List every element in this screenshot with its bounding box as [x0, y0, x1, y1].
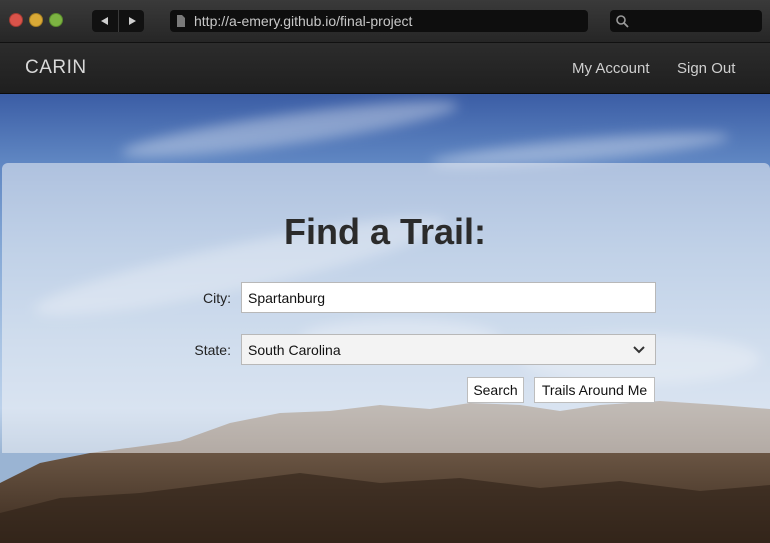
history-nav-buttons — [92, 10, 144, 32]
back-button[interactable] — [92, 10, 118, 32]
address-bar[interactable]: http://a-emery.github.io/final-project — [170, 10, 588, 32]
sign-out-link[interactable]: Sign Out — [677, 60, 735, 77]
forward-arrow-icon — [128, 17, 136, 25]
back-arrow-icon — [101, 17, 108, 25]
maximize-window-button[interactable] — [49, 13, 63, 27]
search-icon — [616, 14, 629, 28]
my-account-link[interactable]: My Account — [572, 60, 650, 77]
chevron-down-icon — [633, 345, 645, 353]
brand-logo[interactable]: CARIN — [25, 57, 87, 79]
page-icon — [177, 15, 185, 27]
city-value: Spartanburg — [248, 289, 326, 306]
trails-around-me-button[interactable]: Trails Around Me — [534, 377, 655, 403]
browser-toolbar: http://a-emery.github.io/final-project — [0, 0, 770, 43]
url-text: http://a-emery.github.io/final-project — [194, 13, 413, 29]
state-select[interactable]: South Carolina — [241, 334, 656, 365]
city-input[interactable]: Spartanburg — [241, 282, 656, 313]
browser-search-field[interactable] — [610, 10, 762, 32]
state-label: State: — [194, 342, 231, 358]
minimize-window-button[interactable] — [29, 13, 43, 27]
site-navbar: CARIN My Account Sign Out — [0, 43, 770, 94]
state-value: South Carolina — [248, 341, 341, 358]
forward-button[interactable] — [118, 10, 144, 32]
search-button[interactable]: Search — [467, 377, 524, 403]
page-title: Find a Trail: — [283, 211, 487, 252]
city-label: City: — [203, 290, 231, 306]
close-window-button[interactable] — [9, 13, 23, 27]
